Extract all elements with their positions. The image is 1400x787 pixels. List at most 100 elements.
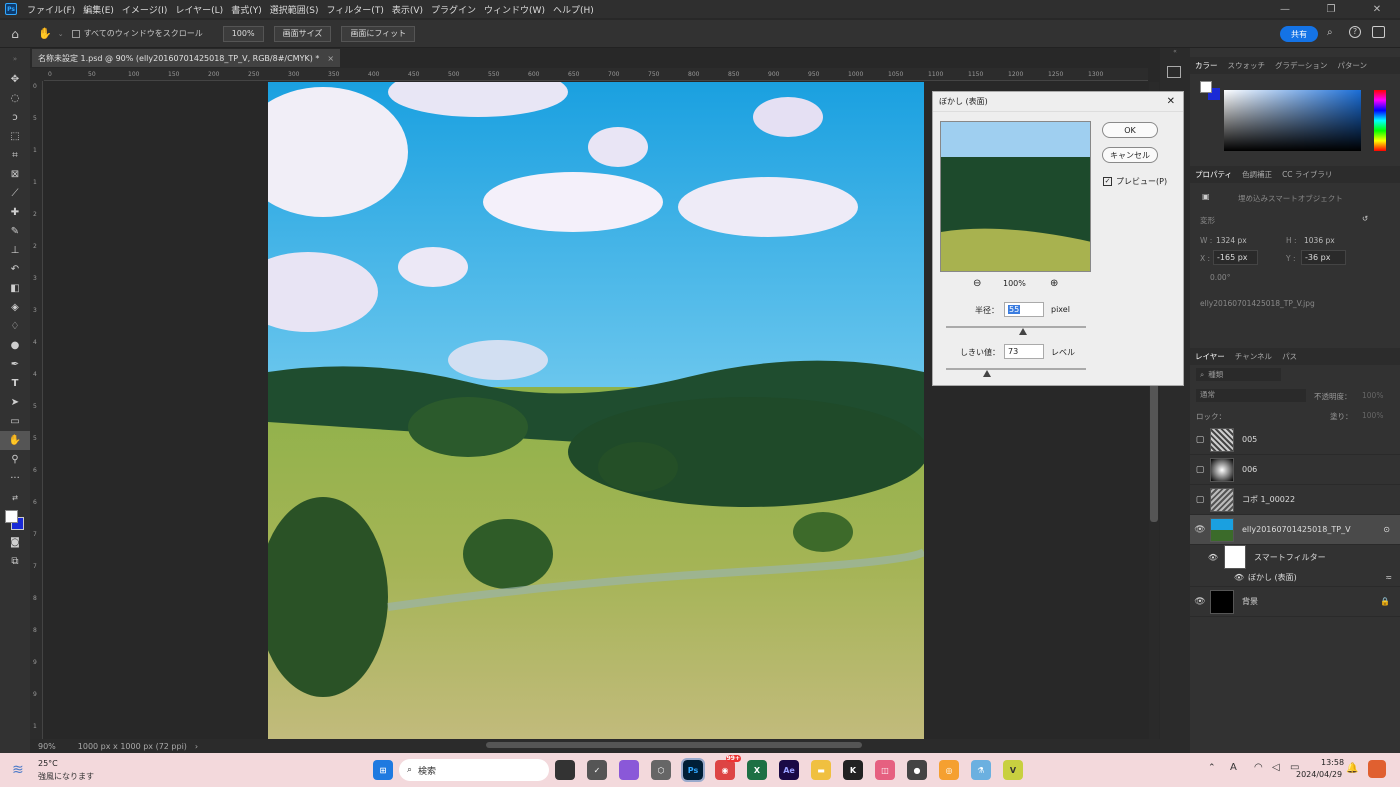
chevron-down-icon[interactable]: ⌄ xyxy=(58,30,64,38)
fit-screen-button[interactable]: 画面サイズ xyxy=(273,25,332,42)
minimize-icon[interactable]: — xyxy=(1262,4,1308,15)
sticky-notes-icon[interactable] xyxy=(555,760,575,780)
angle-field[interactable]: 0.00° xyxy=(1210,273,1230,282)
close-tab-icon[interactable]: × xyxy=(327,54,334,63)
show-hidden-icons[interactable]: ⌃ xyxy=(1208,763,1216,773)
collapse-icon[interactable]: « xyxy=(1160,48,1190,58)
ok-button[interactable]: OK xyxy=(1102,122,1158,138)
preview-checkbox[interactable]: ✓ xyxy=(1103,177,1112,186)
preview-toggle[interactable]: ✓ プレビュー(P) xyxy=(1103,176,1167,187)
tab-swatches[interactable]: スウォッチ xyxy=(1223,60,1271,71)
volume-icon[interactable]: ◁ xyxy=(1272,762,1280,773)
menu-type[interactable]: 書式(Y) xyxy=(227,3,266,16)
swap-colors-icon[interactable]: ⇄ xyxy=(0,488,30,507)
cancel-button[interactable]: キャンセル xyxy=(1102,147,1158,163)
smart-filter-row[interactable]: 👁 スマートフィルター xyxy=(1190,545,1400,569)
hue-slider[interactable] xyxy=(1374,90,1386,151)
history-panel-icon[interactable] xyxy=(1167,66,1181,78)
hand-tool-active-icon[interactable]: ✋ xyxy=(0,431,30,450)
menu-filter[interactable]: フィルター(T) xyxy=(322,3,387,16)
x-field[interactable]: -165 px xyxy=(1213,250,1258,265)
menu-image[interactable]: イメージ(I) xyxy=(118,3,172,16)
threshold-field[interactable]: 73 xyxy=(1004,344,1044,359)
tab-gradients[interactable]: グラデーション xyxy=(1270,60,1332,71)
notification-bell-icon[interactable]: 🔔 xyxy=(1346,763,1358,774)
wifi-icon[interactable]: ◠ xyxy=(1254,762,1263,773)
type-tool-icon[interactable]: T xyxy=(0,374,30,393)
pen-tool-icon[interactable]: ✒ xyxy=(0,355,30,374)
stamp-tool-icon[interactable]: ⊥ xyxy=(0,241,30,260)
menu-window[interactable]: ウィンドウ(W) xyxy=(480,3,549,16)
weather-desc[interactable]: 強風になります xyxy=(38,771,94,782)
zoom-in-icon[interactable]: ⊕ xyxy=(1050,278,1058,289)
layer-row[interactable]: ▢ 005 xyxy=(1190,425,1400,455)
threshold-slider[interactable] xyxy=(946,368,1086,370)
status-zoom[interactable]: 90% xyxy=(38,742,56,751)
eraser-tool-icon[interactable]: ◧ xyxy=(0,279,30,298)
rectangle-tool-icon[interactable]: ▭ xyxy=(0,412,30,431)
tab-layers[interactable]: レイヤー xyxy=(1190,351,1230,362)
healing-brush-tool-icon[interactable]: ✚ xyxy=(0,203,30,222)
layer-row[interactable]: ▢ コポ 1_00022 xyxy=(1190,485,1400,515)
visibility-toggle[interactable]: ▢ xyxy=(1190,495,1210,505)
quick-mask-icon[interactable]: ◙ xyxy=(0,533,30,552)
zoom-tool-icon[interactable]: ⚲ xyxy=(0,450,30,469)
visibility-toggle[interactable]: ▢ xyxy=(1190,435,1210,445)
hand-tool-icon[interactable]: ✋ xyxy=(38,27,52,40)
height-value[interactable]: 1036 px xyxy=(1304,236,1335,245)
opacity-field[interactable]: 100% xyxy=(1362,391,1383,400)
collapse-icon[interactable]: » xyxy=(0,48,30,70)
notebook-icon[interactable] xyxy=(619,760,639,780)
excel-icon[interactable]: X xyxy=(747,760,767,780)
tab-color[interactable]: カラー xyxy=(1190,60,1223,71)
color-field[interactable] xyxy=(1224,90,1361,151)
radius-slider-thumb[interactable] xyxy=(1019,328,1027,335)
tab-paths[interactable]: パス xyxy=(1277,351,1302,362)
eye-icon[interactable]: 👁 xyxy=(1190,597,1210,607)
tab-channels[interactable]: チャンネル xyxy=(1230,351,1277,362)
preview-window[interactable] xyxy=(940,121,1091,272)
zoom-out-icon[interactable]: ⊖ xyxy=(973,278,981,289)
eye-icon[interactable]: 👁 xyxy=(1190,553,1224,562)
workspace-icon[interactable] xyxy=(1372,26,1385,38)
blend-mode-select[interactable]: 通常 xyxy=(1196,389,1306,402)
eyedropper-tool-icon[interactable]: ⟋ xyxy=(0,184,30,203)
more-tools-icon[interactable]: ··· xyxy=(0,469,30,488)
weather-temp[interactable]: 25°C xyxy=(38,759,58,768)
blur-tool-icon[interactable]: ♢ xyxy=(0,317,30,336)
radius-field[interactable]: 55 xyxy=(1004,302,1044,317)
clock-app-icon[interactable]: ✓ xyxy=(587,760,607,780)
dodge-tool-icon[interactable]: ● xyxy=(0,336,30,355)
dialog-close-icon[interactable]: ✕ xyxy=(1167,96,1175,107)
layer-row-selected[interactable]: 👁 elly20160701425018_TP_V ⊙ xyxy=(1190,515,1400,545)
tab-properties[interactable]: プロパティ xyxy=(1190,169,1237,180)
tab-cc-libraries[interactable]: CC ライブラリ xyxy=(1277,169,1337,180)
clock-date[interactable]: 2024/04/29 xyxy=(1296,770,1342,779)
v-app-icon[interactable]: V xyxy=(1003,760,1023,780)
after-effects-icon[interactable]: Ae xyxy=(779,760,799,780)
document-image[interactable] xyxy=(268,82,924,739)
explorer-icon[interactable]: ▬ xyxy=(811,760,831,780)
menu-file[interactable]: ファイル(F) xyxy=(23,3,79,16)
menu-edit[interactable]: 編集(E) xyxy=(79,3,118,16)
zoom-100-button[interactable]: 100% xyxy=(222,25,264,42)
menu-view[interactable]: 表示(V) xyxy=(388,3,427,16)
color-swatches[interactable] xyxy=(0,507,30,533)
help-icon[interactable]: ? xyxy=(1349,26,1361,38)
status-menu-icon[interactable]: › xyxy=(195,742,198,751)
weather-icon[interactable]: ≋ xyxy=(12,762,24,778)
move-tool-icon[interactable]: ✥ xyxy=(0,70,30,89)
menu-select[interactable]: 選択範囲(S) xyxy=(266,3,323,16)
path-select-tool-icon[interactable]: ➤ xyxy=(0,393,30,412)
tab-patterns[interactable]: パターン xyxy=(1332,60,1372,71)
scroll-all-checkbox[interactable] xyxy=(71,29,80,38)
threshold-slider-thumb[interactable] xyxy=(982,370,991,377)
start-icon[interactable]: ⊞ xyxy=(373,760,393,780)
eye-icon[interactable]: 👁 xyxy=(1190,573,1248,582)
radius-slider[interactable] xyxy=(946,326,1086,328)
menu-layer[interactable]: レイヤー(L) xyxy=(171,3,227,16)
3d-viewer-icon[interactable]: ⬡ xyxy=(651,760,671,780)
crop-tool-icon[interactable]: ⌗ xyxy=(0,146,30,165)
taskbar-search[interactable]: ⌕ 検索 xyxy=(399,759,549,781)
search-icon[interactable]: ⌕ xyxy=(1327,27,1333,38)
